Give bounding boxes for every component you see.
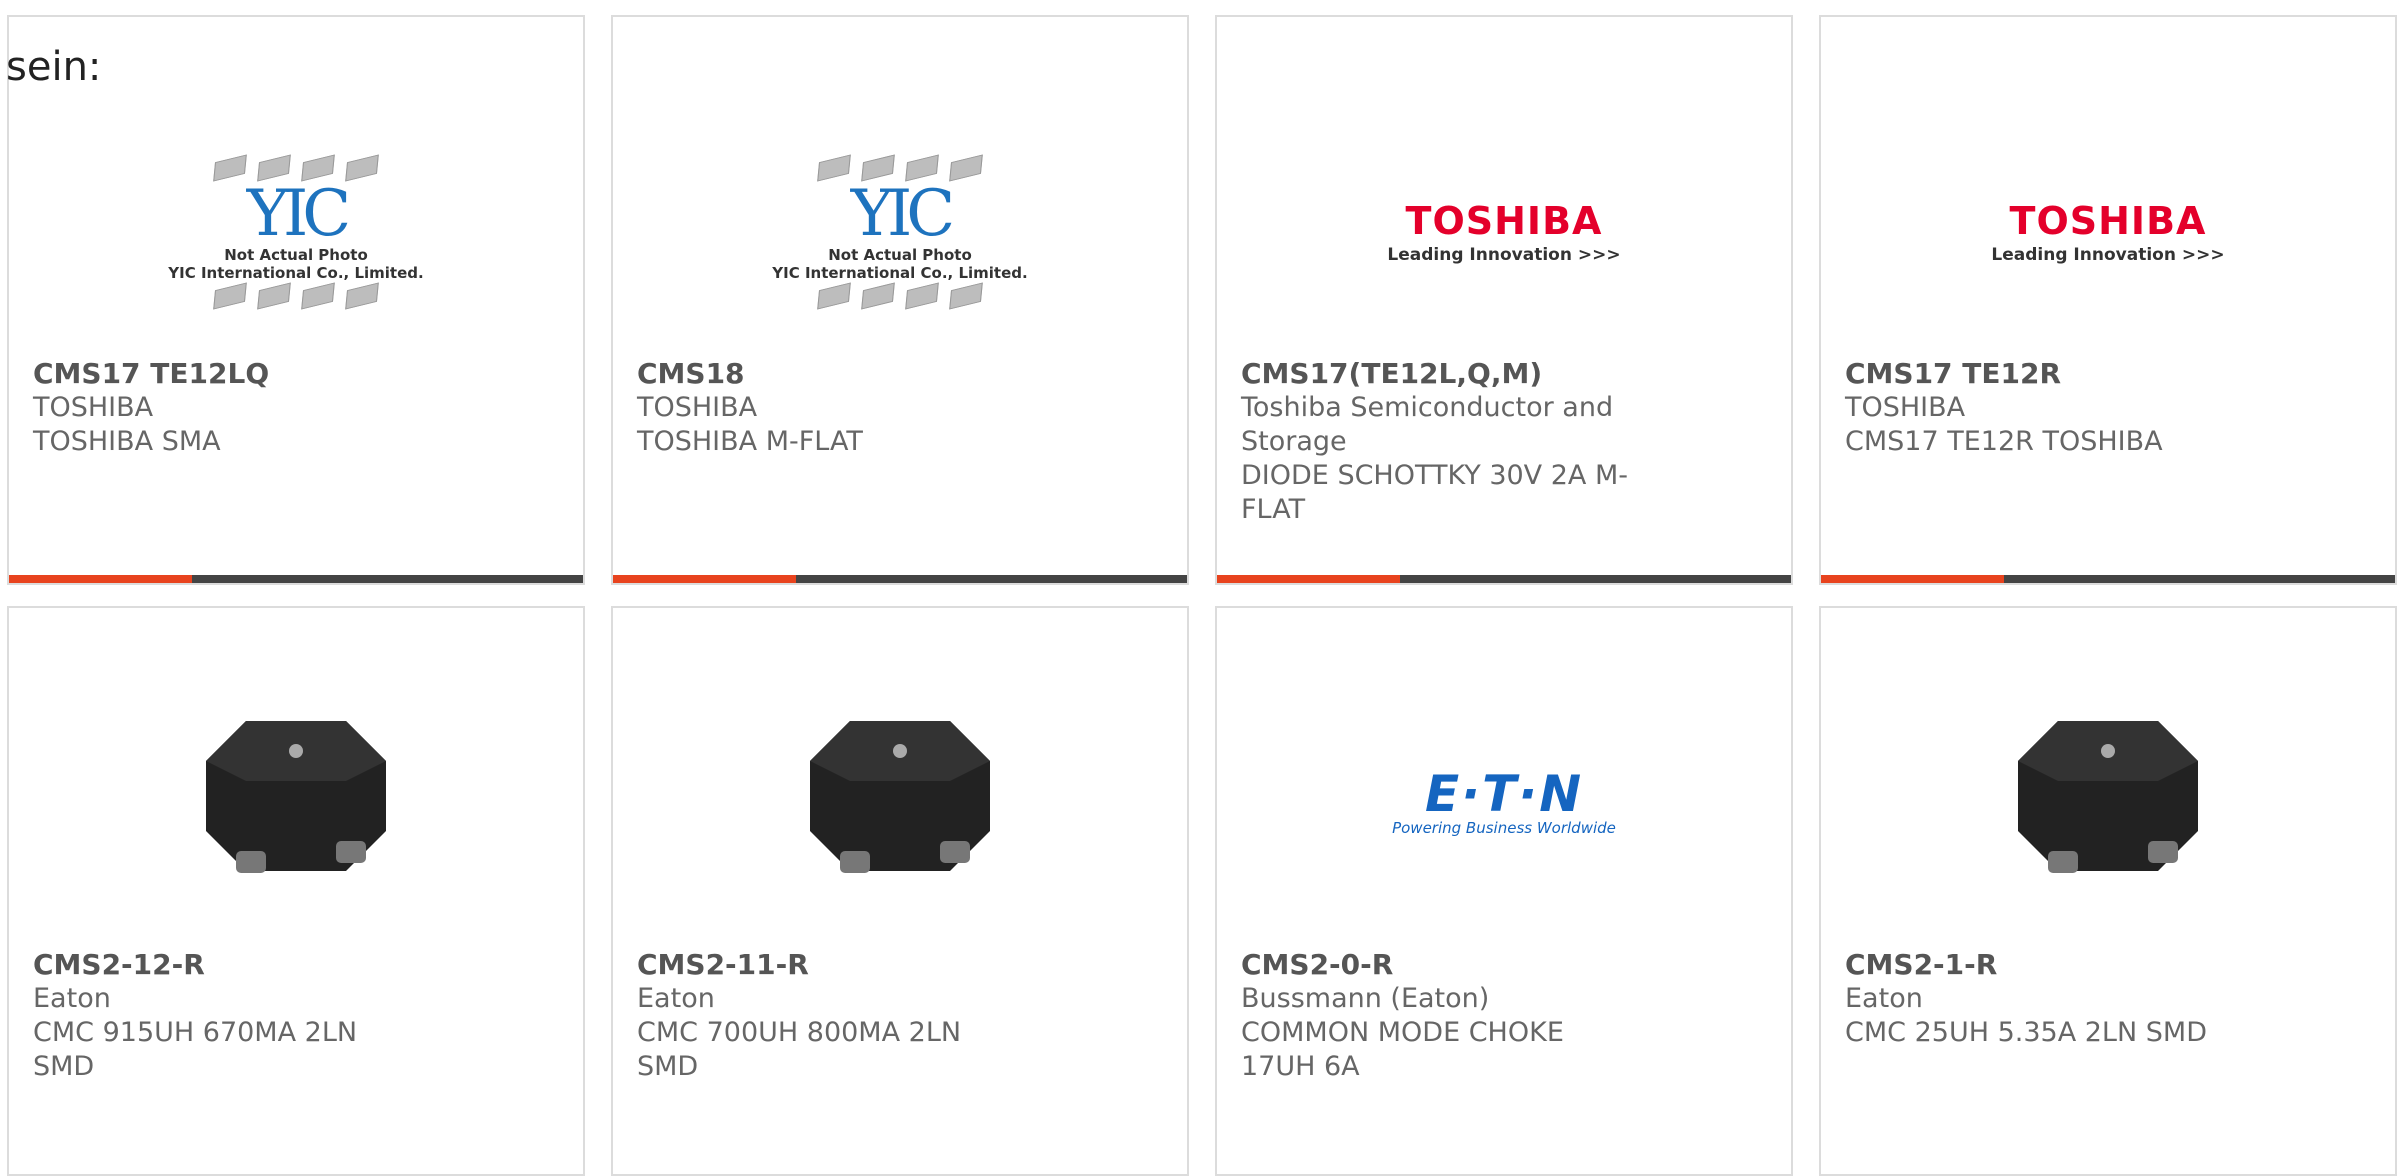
toshiba-tagline: Leading Innovation >>> — [1991, 245, 2225, 265]
product-image[interactable]: E·T·N Powering Business Worldwide — [1217, 678, 1791, 923]
card-footer-bar — [1217, 575, 1791, 583]
product-card[interactable]: E·T·N Powering Business Worldwide CMS2-0… — [1215, 606, 1793, 1176]
product-card[interactable]: YIC Not Actual Photo YIC International C… — [611, 15, 1189, 585]
description: TOSHIBA SMA — [33, 426, 221, 457]
manufacturer: Bussmann (Eaton) — [1241, 983, 1490, 1014]
part-number[interactable]: CMS17(TE12L,Q,M) — [1241, 357, 1631, 391]
card-footer-bar — [1821, 575, 2395, 583]
yic-caption-2: YIC International Co., Limited. — [168, 264, 424, 282]
choke-photo-icon — [2018, 720, 2198, 873]
product-card[interactable]: CMS2-12-R Eaton CMC 915UH 670MA 2LN SMD — [7, 606, 585, 1176]
intro-text: sein: — [6, 44, 102, 90]
description: CMC 700UH 800MA 2LN SMD — [637, 1017, 962, 1082]
part-number[interactable]: CMS2-11-R — [637, 948, 1027, 982]
description: COMMON MODE CHOKE 17UH 6A — [1241, 1017, 1564, 1082]
part-number[interactable]: CMS2-0-R — [1241, 948, 1631, 982]
part-number[interactable]: CMS17 TE12R — [1845, 357, 2235, 391]
yic-placeholder-image: YIC Not Actual Photo YIC International C… — [765, 154, 1035, 310]
manufacturer: Eaton — [33, 983, 111, 1014]
product-card[interactable]: CMS2-11-R Eaton CMC 700UH 800MA 2LN SMD — [611, 606, 1189, 1176]
yic-logo: YIC — [850, 177, 956, 251]
part-number[interactable]: CMS18 — [637, 357, 1027, 391]
part-number[interactable]: CMS2-1-R — [1845, 948, 2235, 982]
product-card[interactable]: TOSHIBA Leading Innovation >>> CMS17 TE1… — [1819, 15, 2397, 585]
description: TOSHIBA M-FLAT — [637, 426, 863, 457]
toshiba-wordmark: TOSHIBA — [2009, 199, 2207, 243]
toshiba-tagline: Leading Innovation >>> — [1387, 245, 1621, 265]
description: CMS17 TE12R TOSHIBA — [1845, 426, 2163, 457]
product-image[interactable]: TOSHIBA Leading Innovation >>> — [1217, 97, 1791, 367]
manufacturer: Eaton — [1845, 983, 1923, 1014]
manufacturer: TOSHIBA — [1845, 392, 1966, 423]
eaton-wordmark: E·T·N — [1424, 764, 1584, 823]
product-image[interactable]: YIC Not Actual Photo YIC International C… — [613, 97, 1187, 367]
yic-logo: YIC — [246, 177, 352, 251]
yic-caption-1: Not Actual Photo — [224, 246, 368, 264]
product-image[interactable]: TOSHIBA Leading Innovation >>> — [1821, 97, 2395, 367]
product-card[interactable]: CMS2-1-R Eaton CMC 25UH 5.35A 2LN SMD — [1819, 606, 2397, 1176]
part-number[interactable]: CMS17 TE12LQ — [33, 357, 423, 391]
product-grid: YIC Not Actual Photo YIC International C… — [0, 0, 2400, 1176]
product-image[interactable] — [1821, 678, 2395, 923]
yic-caption-1: Not Actual Photo — [828, 246, 972, 264]
eaton-logo: E·T·N Powering Business Worldwide — [1392, 765, 1616, 837]
choke-photo-icon — [206, 720, 386, 873]
card-footer-bar — [613, 575, 1187, 583]
product-image[interactable]: YIC Not Actual Photo YIC International C… — [9, 97, 583, 367]
eaton-tagline: Powering Business Worldwide — [1392, 818, 1616, 837]
description: CMC 25UH 5.35A 2LN SMD — [1845, 1017, 2207, 1048]
description: CMC 915UH 670MA 2LN SMD — [33, 1017, 358, 1082]
yic-caption-2: YIC International Co., Limited. — [772, 264, 1028, 282]
product-image[interactable] — [9, 678, 583, 923]
toshiba-wordmark: TOSHIBA — [1405, 199, 1603, 243]
toshiba-logo: TOSHIBA Leading Innovation >>> — [1387, 199, 1620, 265]
manufacturer: Toshiba Semiconductor and Storage — [1241, 392, 1614, 457]
manufacturer: TOSHIBA — [33, 392, 154, 423]
manufacturer: TOSHIBA — [637, 392, 758, 423]
manufacturer: Eaton — [637, 983, 715, 1014]
yic-placeholder-image: YIC Not Actual Photo YIC International C… — [161, 154, 431, 310]
description: DIODE SCHOTTKY 30V 2A M-FLAT — [1241, 460, 1628, 525]
product-image[interactable] — [613, 678, 1187, 923]
part-number[interactable]: CMS2-12-R — [33, 948, 423, 982]
card-footer-bar — [9, 575, 583, 583]
toshiba-logo: TOSHIBA Leading Innovation >>> — [1991, 199, 2224, 265]
product-card[interactable]: TOSHIBA Leading Innovation >>> CMS17(TE1… — [1215, 15, 1793, 585]
choke-photo-icon — [810, 720, 990, 873]
product-card[interactable]: YIC Not Actual Photo YIC International C… — [7, 15, 585, 585]
